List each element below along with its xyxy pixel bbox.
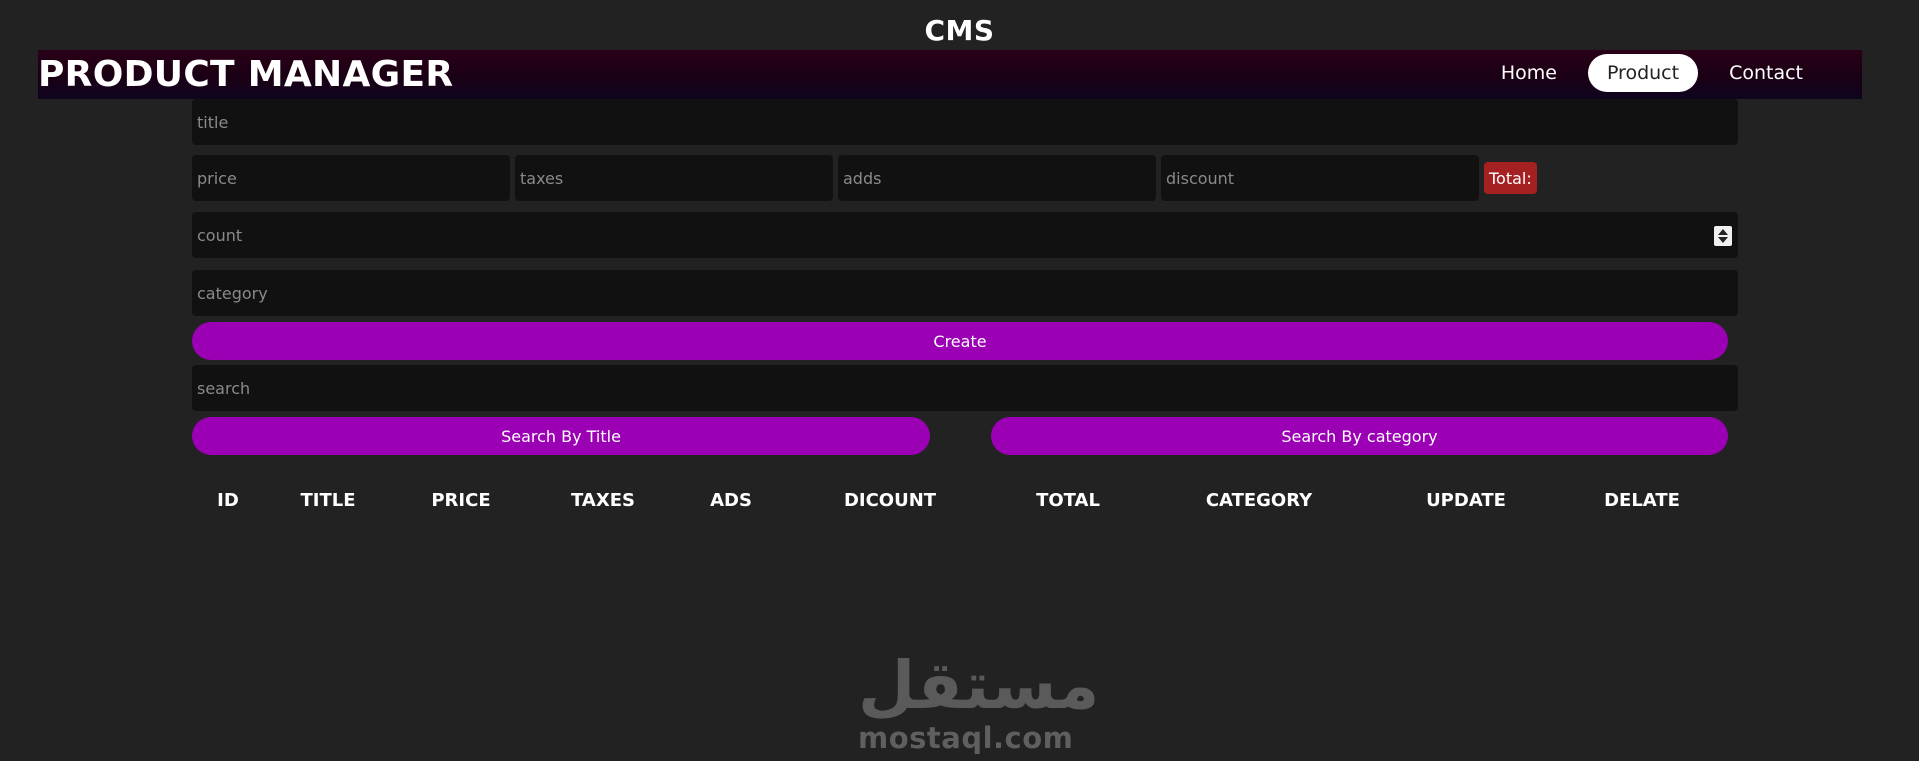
th-id: ID — [217, 490, 239, 511]
stepper-up-icon[interactable] — [1718, 229, 1728, 235]
brand-title: PRODUCT MANAGER — [38, 54, 454, 95]
title-input[interactable]: title — [192, 99, 1738, 145]
page: CMS PRODUCT MANAGER Home Product Contact… — [0, 0, 1919, 761]
watermark-arabic: مستقل — [858, 647, 1100, 724]
nav-home[interactable]: Home — [1482, 54, 1576, 92]
adds-input[interactable]: adds — [838, 155, 1156, 201]
search-by-category-button[interactable]: Search By category — [991, 417, 1728, 455]
search-by-title-button[interactable]: Search By Title — [192, 417, 930, 455]
title-placeholder: title — [197, 112, 229, 132]
th-taxes: TAXES — [571, 490, 635, 511]
th-dicount: DICOUNT — [843, 490, 937, 511]
adds-placeholder: adds — [843, 168, 882, 188]
taxes-placeholder: taxes — [520, 168, 564, 188]
navbar: PRODUCT MANAGER Home Product Contact — [38, 50, 1862, 99]
nav-links: Home Product Contact — [1482, 54, 1822, 92]
th-price: PRICE — [431, 490, 491, 511]
th-title: TITLE — [300, 490, 356, 511]
taxes-input[interactable]: taxes — [515, 155, 833, 201]
th-ads: ADS — [710, 490, 752, 511]
count-placeholder: count — [197, 225, 243, 245]
category-input[interactable]: category — [192, 270, 1738, 316]
th-delate: DELATE — [1604, 490, 1680, 511]
create-button[interactable]: Create — [192, 322, 1728, 360]
cms-title: CMS — [924, 14, 995, 47]
search-input[interactable]: search — [192, 365, 1738, 411]
th-category: CATEGORY — [1205, 490, 1313, 511]
search-placeholder: search — [197, 378, 251, 398]
stepper-down-icon[interactable] — [1718, 237, 1728, 243]
count-input[interactable]: count — [192, 212, 1738, 258]
nav-contact[interactable]: Contact — [1710, 54, 1822, 92]
table-header: ID TITLE PRICE TAXES ADS DICOUNT TOTAL C… — [0, 490, 1919, 520]
watermark-logo: مستقل mostaql.com — [858, 647, 1100, 755]
count-stepper[interactable] — [1714, 226, 1732, 246]
th-total: TOTAL — [1036, 490, 1100, 511]
th-update: UPDATE — [1426, 490, 1506, 511]
price-placeholder: price — [197, 168, 237, 188]
price-input[interactable]: price — [192, 155, 510, 201]
discount-placeholder: discount — [1166, 168, 1235, 188]
category-placeholder: category — [197, 283, 268, 303]
discount-input[interactable]: discount — [1161, 155, 1479, 201]
pricing-row: price taxes adds discount Total: — [192, 155, 1738, 201]
total-badge: Total: — [1484, 162, 1537, 194]
nav-product[interactable]: Product — [1587, 54, 1699, 92]
watermark-latin: mostaql.com — [858, 721, 1074, 755]
